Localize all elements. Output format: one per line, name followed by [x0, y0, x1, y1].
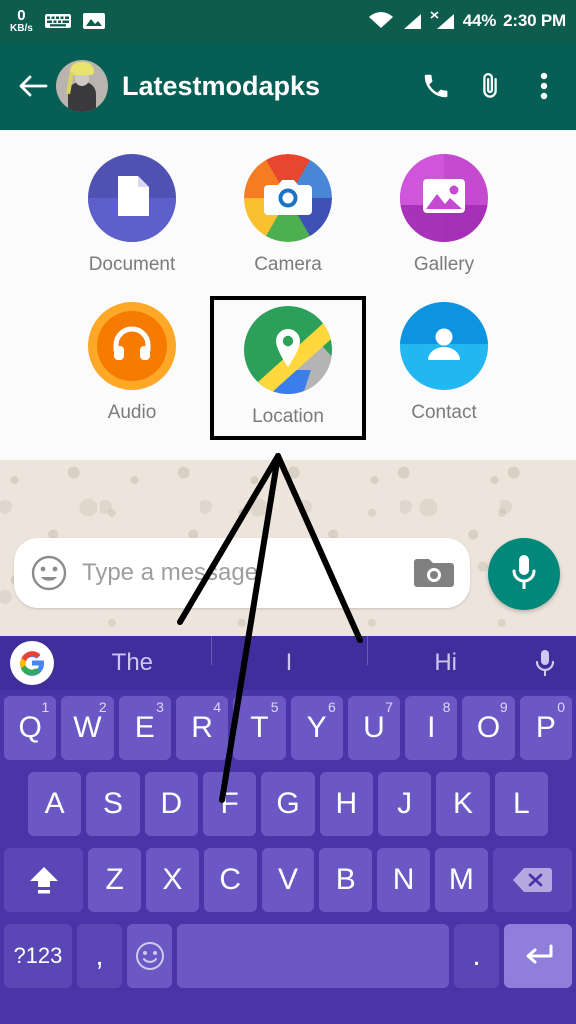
keyboard-row-1: 1Q 2W 3E 4R 5T 6Y 7U 8I 9O 0P [0, 690, 576, 766]
attach-option-label: Audio [107, 402, 157, 423]
key-s[interactable]: S [86, 772, 140, 836]
attachment-panel: Document Camera Gallery Audio Location C… [0, 130, 576, 460]
key-k[interactable]: K [436, 772, 490, 836]
key-a[interactable]: A [28, 772, 82, 836]
attach-option-camera[interactable]: Camera [210, 148, 366, 284]
attach-option-label: Gallery [413, 254, 475, 275]
emoji-smiley-icon[interactable] [30, 554, 68, 592]
clock: 2:30 PM [503, 11, 566, 30]
attach-option-label: Document [88, 254, 176, 275]
suggestion-strip: The I Hi [0, 635, 576, 690]
phone-icon[interactable] [420, 70, 452, 102]
chat-header: Latestmodapks [0, 42, 576, 130]
network-speed-unit: KB/s [10, 23, 33, 34]
attach-option-audio[interactable]: Audio [54, 296, 210, 440]
status-bar-right: 44% 2:30 PM [368, 11, 566, 31]
whatsapp-chat-screen: 0 KB/s 44% 2:30 PM Latestmodapks Documen… [0, 0, 576, 1024]
key-r[interactable]: 4R [175, 696, 229, 760]
attachment-grid: Document Camera Gallery Audio Location C… [0, 130, 576, 440]
battery-percentage: 44% [462, 11, 497, 30]
key-w[interactable]: 2W [61, 696, 114, 760]
key-m[interactable]: M [434, 848, 488, 912]
key-b[interactable]: B [319, 848, 373, 912]
map-pin-icon [244, 306, 332, 394]
camera-icon [244, 154, 332, 242]
keyboard-row-3: Z X C V B N M [0, 842, 576, 918]
document-icon [88, 154, 176, 242]
key-g[interactable]: G [261, 772, 315, 836]
key-z[interactable]: Z [88, 848, 141, 912]
key-u[interactable]: 7U [347, 696, 401, 760]
signal-icon [401, 11, 423, 31]
paperclip-icon[interactable] [474, 70, 506, 102]
search-input[interactable]: Type a message [82, 559, 414, 587]
network-speed-value: 0 [17, 7, 26, 24]
attach-option-contact[interactable]: Contact [366, 296, 522, 440]
key-f[interactable]: F [203, 772, 257, 836]
attach-option-label: Camera [254, 254, 322, 275]
suggestion-item[interactable]: Hi [367, 635, 524, 677]
attach-option-label: Location [252, 406, 324, 427]
key-n[interactable]: N [377, 848, 430, 912]
keyboard-icon [44, 12, 71, 30]
camera-icon[interactable] [414, 556, 454, 590]
headphones-icon [88, 302, 176, 390]
emoji-smiley-icon[interactable] [127, 924, 173, 988]
signal-no-sim-icon [430, 11, 456, 31]
keyboard-row-4: ?123 , . [0, 918, 576, 994]
voice-record-button[interactable] [488, 538, 560, 610]
microphone-icon[interactable] [524, 648, 566, 678]
wifi-icon [368, 11, 394, 31]
key-period[interactable]: . [453, 924, 500, 988]
key-c[interactable]: C [203, 848, 257, 912]
backspace-icon[interactable] [492, 848, 572, 912]
header-actions [420, 70, 560, 102]
key-y[interactable]: 6Y [290, 696, 343, 760]
key-comma[interactable]: , [76, 924, 123, 988]
microphone-icon [507, 552, 541, 597]
key-t[interactable]: 5T [233, 696, 286, 760]
on-screen-keyboard: The I Hi 1Q 2W 3E 4R 5T 6Y 7U 8I 9O 0P A… [0, 635, 576, 1024]
symbols-key[interactable]: ?123 [4, 924, 72, 988]
key-h[interactable]: H [319, 772, 373, 836]
shift-caps-icon[interactable] [4, 848, 84, 912]
avatar[interactable] [56, 60, 108, 112]
back-arrow-icon[interactable] [16, 69, 50, 103]
network-speed-indicator: 0 KB/s [10, 8, 33, 34]
key-x[interactable]: X [146, 848, 199, 912]
status-bar: 0 KB/s 44% 2:30 PM [0, 0, 576, 42]
google-logo-icon[interactable] [10, 641, 54, 685]
key-p[interactable]: 0P [519, 696, 572, 760]
attach-option-document[interactable]: Document [54, 148, 210, 284]
enter-return-icon[interactable] [504, 924, 572, 988]
key-o[interactable]: 9O [462, 696, 515, 760]
attach-option-gallery[interactable]: Gallery [366, 148, 522, 284]
key-j[interactable]: J [377, 772, 432, 836]
attach-option-location[interactable]: Location [210, 296, 366, 440]
image-icon [82, 11, 105, 31]
key-q[interactable]: 1Q [4, 696, 57, 760]
status-bar-left: 0 KB/s [10, 8, 105, 34]
suggestion-item[interactable]: The [54, 649, 211, 677]
attach-option-label: Contact [411, 402, 477, 423]
gallery-icon [400, 154, 488, 242]
suggestion-item[interactable]: I [210, 635, 368, 677]
person-icon [400, 302, 488, 390]
message-input-bar[interactable]: Type a message [14, 538, 470, 608]
key-i[interactable]: 8I [405, 696, 458, 760]
key-v[interactable]: V [261, 848, 315, 912]
key-e[interactable]: 3E [118, 696, 171, 760]
key-d[interactable]: D [144, 772, 198, 836]
overflow-menu-icon[interactable] [528, 70, 560, 102]
keyboard-row-2: A S D F G H J K L [0, 766, 576, 842]
space-key[interactable] [177, 924, 449, 988]
key-l[interactable]: L [494, 772, 548, 836]
page-title[interactable]: Latestmodapks [122, 71, 320, 102]
